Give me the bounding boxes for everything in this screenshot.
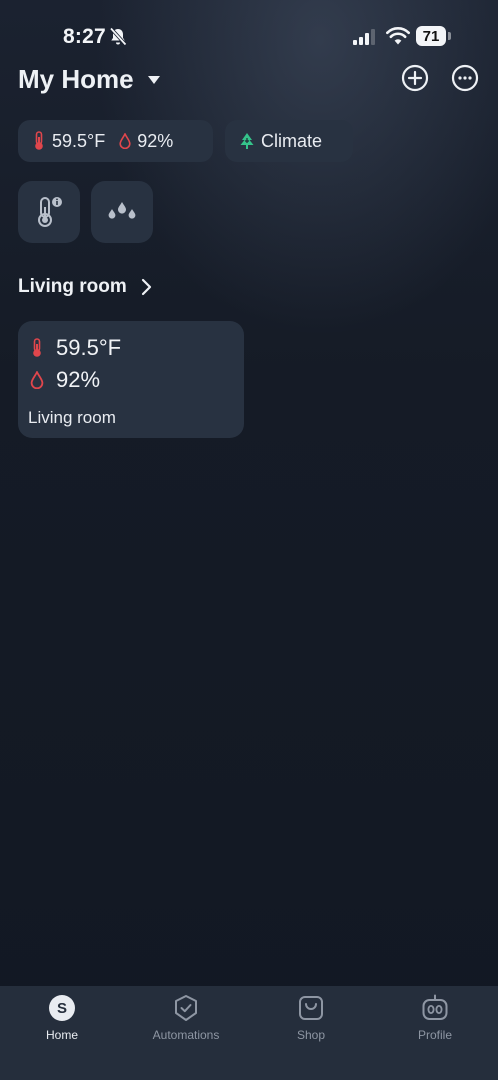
cellular-signal-icon	[353, 29, 375, 45]
summary-temperature: 59.5°F	[52, 130, 106, 151]
thermometer-icon	[35, 131, 43, 150]
tree-icon	[240, 133, 254, 149]
tab-home[interactable]: S Home	[0, 994, 124, 1054]
room-name: Living room	[28, 408, 116, 427]
water-drop-icon	[30, 371, 44, 389]
tab-bar: S Home Automations Shop Profile	[0, 986, 498, 1080]
tab-automations[interactable]: Automations	[124, 994, 248, 1054]
bell-slash-icon	[109, 27, 127, 46]
tab-profile[interactable]: Profile	[373, 994, 497, 1054]
tab-label: Shop	[296, 1028, 326, 1042]
summary-humidity: 92%	[137, 130, 174, 151]
tab-label: Home	[45, 1028, 78, 1042]
room-humidity: 92%	[56, 367, 101, 392]
more-circle-icon[interactable]	[451, 64, 479, 92]
home-selector-title[interactable]: My Home	[18, 64, 134, 95]
status-bar: 8:27 71	[0, 0, 498, 60]
battery-icon: 71	[416, 26, 446, 46]
room-temperature-row: 59.5°F	[30, 335, 121, 361]
tab-label: Automations	[152, 1028, 220, 1042]
shield-check-icon	[175, 995, 197, 1021]
temperature-tile[interactable]	[18, 181, 80, 243]
tab-shop[interactable]: Shop	[249, 994, 373, 1054]
chevron-right-icon[interactable]	[140, 278, 152, 296]
status-time: 8:27	[63, 25, 106, 48]
wifi-icon	[386, 27, 410, 45]
humidity-tile[interactable]	[91, 181, 153, 243]
thermometer-info-icon	[38, 197, 62, 227]
room-card[interactable]: 59.5°F 92% Living room	[18, 321, 244, 438]
room-temperature: 59.5°F	[56, 335, 122, 360]
tab-label: Profile	[417, 1028, 452, 1042]
robot-icon	[422, 994, 448, 1020]
climate-chip[interactable]: Climate	[225, 120, 353, 162]
home-avatar-icon: S	[49, 995, 75, 1021]
water-drops-icon	[108, 202, 136, 219]
caret-down-icon[interactable]	[147, 75, 161, 85]
battery-nub	[448, 32, 451, 40]
environment-summary-chip[interactable]: 59.5°F 92%	[18, 120, 213, 162]
water-drop-icon	[119, 133, 131, 149]
add-circle-icon[interactable]	[401, 64, 429, 92]
room-section-title[interactable]: Living room	[18, 276, 127, 298]
battery-level: 71	[422, 27, 440, 45]
header: My Home	[0, 60, 498, 104]
thermometer-icon	[33, 338, 41, 357]
shopping-bag-icon	[299, 996, 323, 1020]
room-humidity-row: 92%	[30, 367, 100, 393]
climate-label: Climate	[261, 130, 323, 151]
